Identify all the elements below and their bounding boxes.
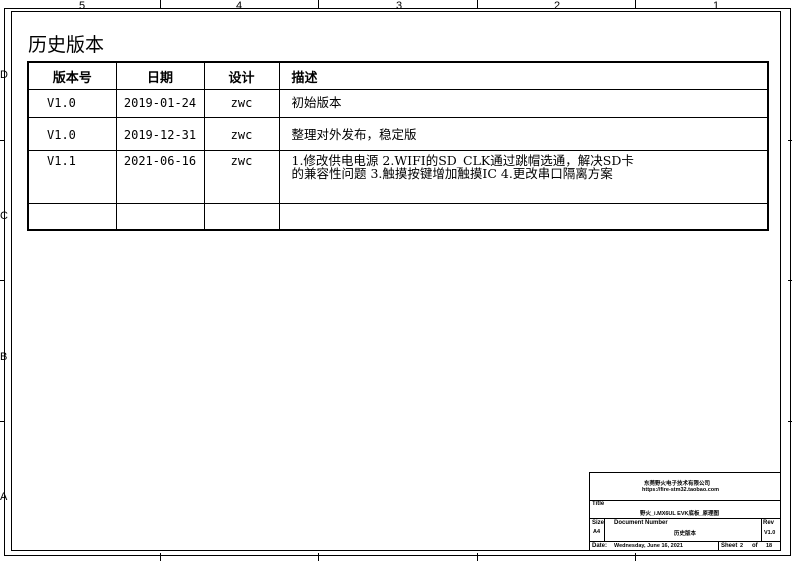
cell-description [278,203,769,230]
date-value: Wednesday, June 16, 2021 [614,543,683,549]
revision-history-table: 版本号 日期 设计 描述 V1.0 2019-01-24 zwc 初始版本 V1… [27,61,769,231]
header-description: 描述 [278,61,769,90]
header-designer: 设计 [203,61,280,90]
cell-description: 整理对外发布，稳定版 [278,117,769,151]
cell-version [27,203,117,230]
zone-label-top-4: 4 [236,0,243,12]
zone-label-left-a: A [0,491,8,503]
cell-date: 2019-12-31 [115,117,205,151]
zone-tick [788,280,792,281]
zone-label-top-5: 5 [79,0,86,12]
document-number-value: 历史版本 [674,531,697,537]
table-row: V1.0 2019-01-24 zwc 初始版本 [27,89,769,118]
document-number-label: Document Number [614,520,668,526]
cell-date: 2021-06-16 [115,150,205,204]
cell-version: V1.0 [27,117,117,151]
title-block: 东莞野火电子技术有限公司 https://fire-stm32.taobao.c… [589,472,781,551]
sheet-value: 2 [740,543,744,549]
zone-tick [635,553,636,561]
description-line: 的兼容性问题 3.触摸按键增加触摸IC 4.更改串口隔离方案 [291,166,613,181]
zone-tick [477,0,478,8]
zone-tick [318,553,319,561]
zone-tick [0,280,4,281]
cell-version: V1.0 [27,89,117,118]
size-label: Size [592,520,605,526]
rev-label: Rev [763,520,775,526]
zone-label-left-c: C [0,210,8,222]
table-row: V1.0 2019-12-31 zwc 整理对外发布，稳定版 [27,117,769,151]
description-line: 整理对外发布，稳定版 [291,127,417,142]
date-label: Date: [592,543,608,549]
zone-tick [788,140,792,141]
cell-description: 1.修改供电电源 2.WIFI的SD_CLK通过跳帽选通，解决SD卡 的兼容性问… [278,150,769,204]
size-value: A4 [593,529,601,535]
zone-tick [318,0,319,8]
description-line: 初始版本 [291,95,342,110]
table-row: V1.1 2021-06-16 zwc 1.修改供电电源 2.WIFI的SD_C… [27,150,769,204]
zone-label-top-2: 2 [554,0,561,12]
cell-description: 初始版本 [278,89,769,118]
zone-label-top-3: 3 [396,0,403,12]
table-header-row: 版本号 日期 设计 描述 [27,61,769,90]
company-name: 东莞野火电子技术有限公司 [644,481,711,487]
cell-version: V1.1 [27,150,117,204]
cell-designer [203,203,280,230]
header-date: 日期 [115,61,205,90]
cell-designer: zwc [203,150,280,204]
header-version: 版本号 [27,61,117,90]
zone-label-left-b: B [0,351,8,363]
zone-tick [0,140,4,141]
zone-label-left-d: D [0,69,8,81]
rev-value: V1.0 [764,530,776,536]
zone-label-top-1: 1 [713,0,720,12]
cell-date: 2019-01-24 [115,89,205,118]
zone-tick [160,553,161,561]
title-value: 野火_i.MX6UL EVK底板_原理图 [640,511,720,517]
title-label: Title [592,501,605,507]
sheet-label: Sheet [721,543,738,549]
table-row [27,203,769,230]
zone-tick [635,0,636,8]
cell-date [115,203,205,230]
zone-tick [160,0,161,8]
cell-designer: zwc [203,117,280,151]
company-url: https://fire-stm32.taobao.com [642,487,720,493]
zone-tick [788,421,792,422]
zone-tick [0,421,4,422]
of-value: 18 [766,543,773,549]
zone-tick [477,553,478,561]
of-label: of [752,543,758,549]
page-title: 历史版本 [28,34,105,56]
cell-designer: zwc [203,89,280,118]
